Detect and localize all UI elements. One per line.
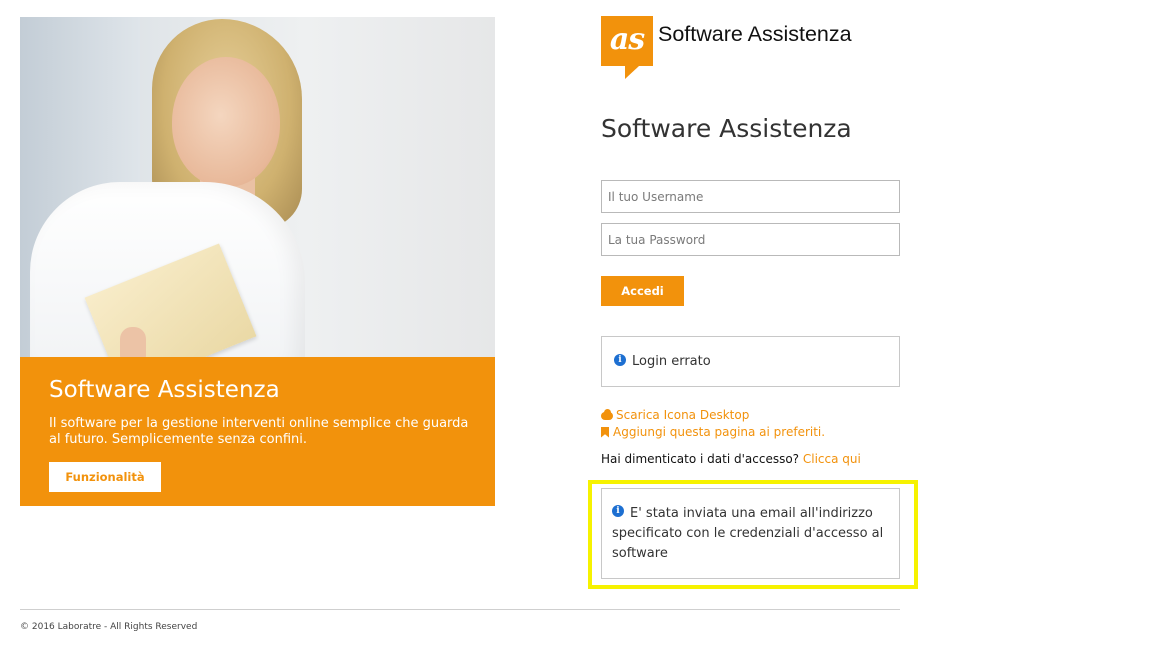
- hero-photo-hand: [120, 327, 146, 357]
- bookmark-icon: [601, 426, 609, 438]
- forgot-text: Hai dimenticato i dati d'accesso?: [601, 452, 800, 466]
- logo-mark: as: [601, 16, 653, 66]
- username-input[interactable]: [601, 180, 900, 213]
- add-bookmark-link[interactable]: Aggiungi questa pagina ai preferiti.: [601, 425, 825, 439]
- hero-photo: [20, 17, 495, 357]
- footer-divider: [20, 609, 900, 610]
- login-error-alert: i Login errato: [601, 336, 900, 387]
- logo-letters: as: [609, 21, 645, 57]
- download-desktop-icon-link[interactable]: Scarica Icona Desktop: [601, 408, 749, 422]
- page-title: Software Assistenza: [601, 114, 852, 143]
- login-error-text: Login errato: [632, 354, 711, 369]
- logo-speech-tail: [625, 66, 639, 79]
- hero-panel: Software Assistenza Il software per la g…: [20, 357, 495, 506]
- forgot-link[interactable]: Clicca qui: [803, 452, 861, 466]
- logo-name: Software Assistenza: [658, 22, 852, 46]
- password-input[interactable]: [601, 223, 900, 256]
- email-sent-text: E' stata inviata una email all'indirizzo…: [612, 506, 884, 561]
- hero-description: Il software per la gestione interventi o…: [49, 416, 469, 447]
- features-button[interactable]: Funzionalità: [49, 462, 161, 492]
- email-sent-alert: i E' stata inviata una email all'indiriz…: [601, 488, 900, 579]
- hero-photo-face: [172, 57, 280, 187]
- brand-logo: as Software Assistenza: [601, 16, 891, 80]
- bookmark-link-label: Aggiungi questa pagina ai preferiti.: [613, 425, 826, 439]
- footer-copyright: © 2016 Laboratre - All Rights Reserved: [20, 622, 198, 632]
- forgot-credentials: Hai dimenticato i dati d'accesso? Clicca…: [601, 452, 861, 466]
- cloud-download-icon: [601, 409, 613, 421]
- download-link-label: Scarica Icona Desktop: [616, 408, 750, 422]
- hero-title: Software Assistenza: [49, 377, 280, 403]
- info-circle-icon: i: [612, 505, 624, 517]
- login-button[interactable]: Accedi: [601, 276, 684, 306]
- info-circle-icon: i: [614, 354, 626, 366]
